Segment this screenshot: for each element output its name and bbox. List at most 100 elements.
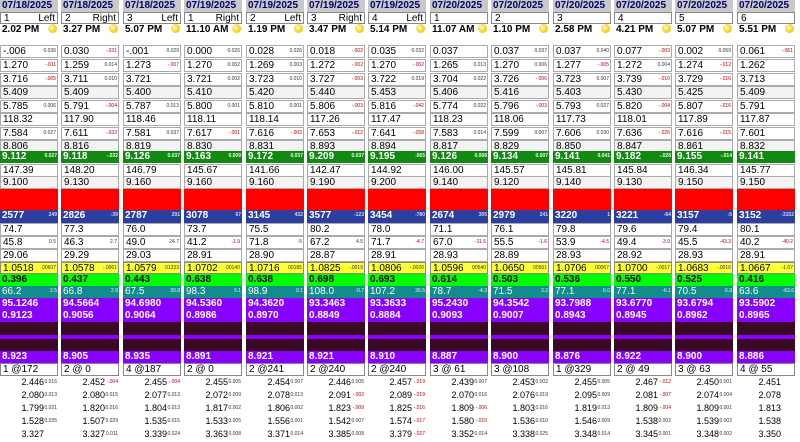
value-row: 9.126 0.037: [123, 151, 181, 163]
value-row: 117.47: [368, 113, 426, 126]
value-row: 3.721: [123, 73, 181, 86]
purple-value-row: 95.1246: [0, 298, 58, 310]
value-row: 1.272 0.004: [614, 59, 672, 72]
bottom-value: 2.072: [205, 390, 228, 400]
value-c-row: 28.90: [246, 249, 304, 262]
value-a: 79.6: [617, 224, 637, 235]
session-column: 07/20/2025 4 4.21 PM 0.077 -.003 1.272 0.004 3.…: [614, 0, 672, 442]
delta-value: 0.013: [166, 103, 179, 109]
purple-value: 0.8962: [677, 310, 708, 321]
purple-value: 93.7988: [555, 298, 592, 309]
delta-value: 0.016: [535, 405, 548, 411]
row-value: 3.721: [187, 74, 213, 85]
bottom-value-row: 1.556 0.001: [246, 416, 304, 429]
sun-icon: [109, 24, 118, 33]
dark-band: [553, 339, 611, 351]
value-a: 80.2: [310, 224, 330, 235]
delta-value: -123: [353, 212, 364, 218]
delta-value: 0.007: [351, 418, 364, 424]
value-row: 3.716 -.005: [0, 73, 58, 86]
teal-value: 66.8: [63, 286, 83, 297]
session-id-row: 3 Right: [307, 12, 365, 24]
row-value: 1.277: [556, 60, 582, 71]
bottom-value-row: 3.345 0.001: [614, 429, 672, 442]
row-value: 5.791: [740, 101, 766, 112]
delta-value: 0.026: [227, 48, 240, 54]
row-value: 1.272: [310, 60, 336, 71]
delta-value: 0.010: [104, 76, 117, 82]
sun-icon: [662, 24, 671, 33]
blue-value-row: 3220 1: [553, 210, 611, 223]
value-row: 9.200: [368, 176, 426, 189]
bottom-value: 1.556: [267, 416, 290, 426]
delta-value: 0.002: [658, 418, 671, 424]
row-value: 5.800: [187, 101, 213, 112]
purple-value-row: 0.8962: [675, 310, 733, 322]
value-row: 117.73: [553, 113, 611, 126]
value-a-row: 73.7: [184, 223, 242, 236]
delta-value: 0.013: [473, 62, 486, 68]
dark-band: [368, 339, 426, 351]
bottom-value: 2.450: [696, 377, 719, 387]
delta-value: 2.8: [111, 288, 118, 294]
at-row: 2 @241: [246, 363, 304, 376]
yellow-value: 1.0825: [310, 263, 341, 274]
row-value: 5.774: [433, 101, 459, 112]
bottom-value: 2.074: [696, 390, 719, 400]
row-value: 5.785: [3, 101, 29, 112]
yellow-value-row: 1.0578 -.0061: [61, 262, 119, 274]
value-a-row: 74.7: [0, 223, 58, 236]
value-a-row: 76.1: [491, 223, 549, 236]
dark-band: [246, 339, 304, 351]
delta-value: 0.027: [44, 153, 57, 159]
row-value: 118.14: [249, 114, 279, 125]
teal-value: 67.5: [125, 286, 145, 297]
row-value: 1.273: [126, 60, 152, 71]
delta-value: -.019: [413, 392, 425, 398]
row-value: 7.581: [126, 128, 152, 139]
value-row: 9.112 0.027: [0, 151, 58, 163]
value-row: 9.126 0.008: [430, 151, 488, 163]
delta-value: -.019: [413, 379, 425, 385]
red-status-box: [430, 189, 488, 210]
value-c-row: 28.91: [184, 249, 242, 262]
date-label: 07/18/2025: [63, 0, 114, 11]
bottom-value-row: 2.451: [737, 377, 795, 390]
value-row: 117.89: [675, 113, 733, 126]
delta-value: -64: [663, 212, 671, 218]
delta-value: -.004: [168, 379, 180, 385]
row-value: 3.716: [3, 74, 29, 85]
value-row: 9.182 -.028: [614, 151, 672, 163]
row-value: 9.118: [63, 151, 88, 162]
session-side: Left: [161, 13, 178, 24]
time-label: 4.21 PM: [616, 24, 654, 35]
value-b-row: 49.0 24.7: [123, 236, 181, 249]
bottom-value-row: 2.080 0.015: [61, 390, 119, 403]
value-b: 55.5: [494, 237, 514, 248]
purple-value-row: 0.8884: [368, 310, 426, 322]
row-value: 1.259: [64, 60, 90, 71]
dark-band: [430, 322, 488, 335]
bottom-value-row: 1.580 -.010: [430, 416, 488, 429]
value-row: 3.723 0.010: [246, 73, 304, 86]
delta-value: -.002: [412, 62, 424, 68]
session-column: 07/19/2025 2 Left 1.19 PM 0.028 0.026 1.269 0.0…: [246, 0, 304, 442]
purple-value-row: 0.9007: [491, 310, 549, 322]
row-value: 148.20: [64, 165, 95, 176]
value-row: 9.209 0.037: [307, 151, 365, 163]
purple-value: 8.923: [2, 351, 28, 362]
teal-value-row: 98.9 9.1: [246, 286, 304, 298]
teal-value: 77.1: [555, 286, 575, 297]
purple-value: 8.886: [739, 351, 765, 362]
time-row: 3.27 PM: [61, 24, 119, 36]
row-value: 7.601: [740, 128, 766, 139]
value-row: 5.430: [614, 86, 672, 99]
row-value: 9.140: [433, 177, 459, 188]
row-value: 0.037: [433, 46, 459, 57]
at-value: 2 @ 0: [187, 364, 214, 375]
bottom-value-row: 3.339 0.024: [123, 429, 181, 442]
value-row: 5.800 0.001: [184, 100, 242, 113]
delta-value: 0.022: [473, 103, 486, 109]
value-b-row: 45.8 0.5: [0, 236, 58, 249]
value-row: 3.704 0.022: [430, 73, 488, 86]
